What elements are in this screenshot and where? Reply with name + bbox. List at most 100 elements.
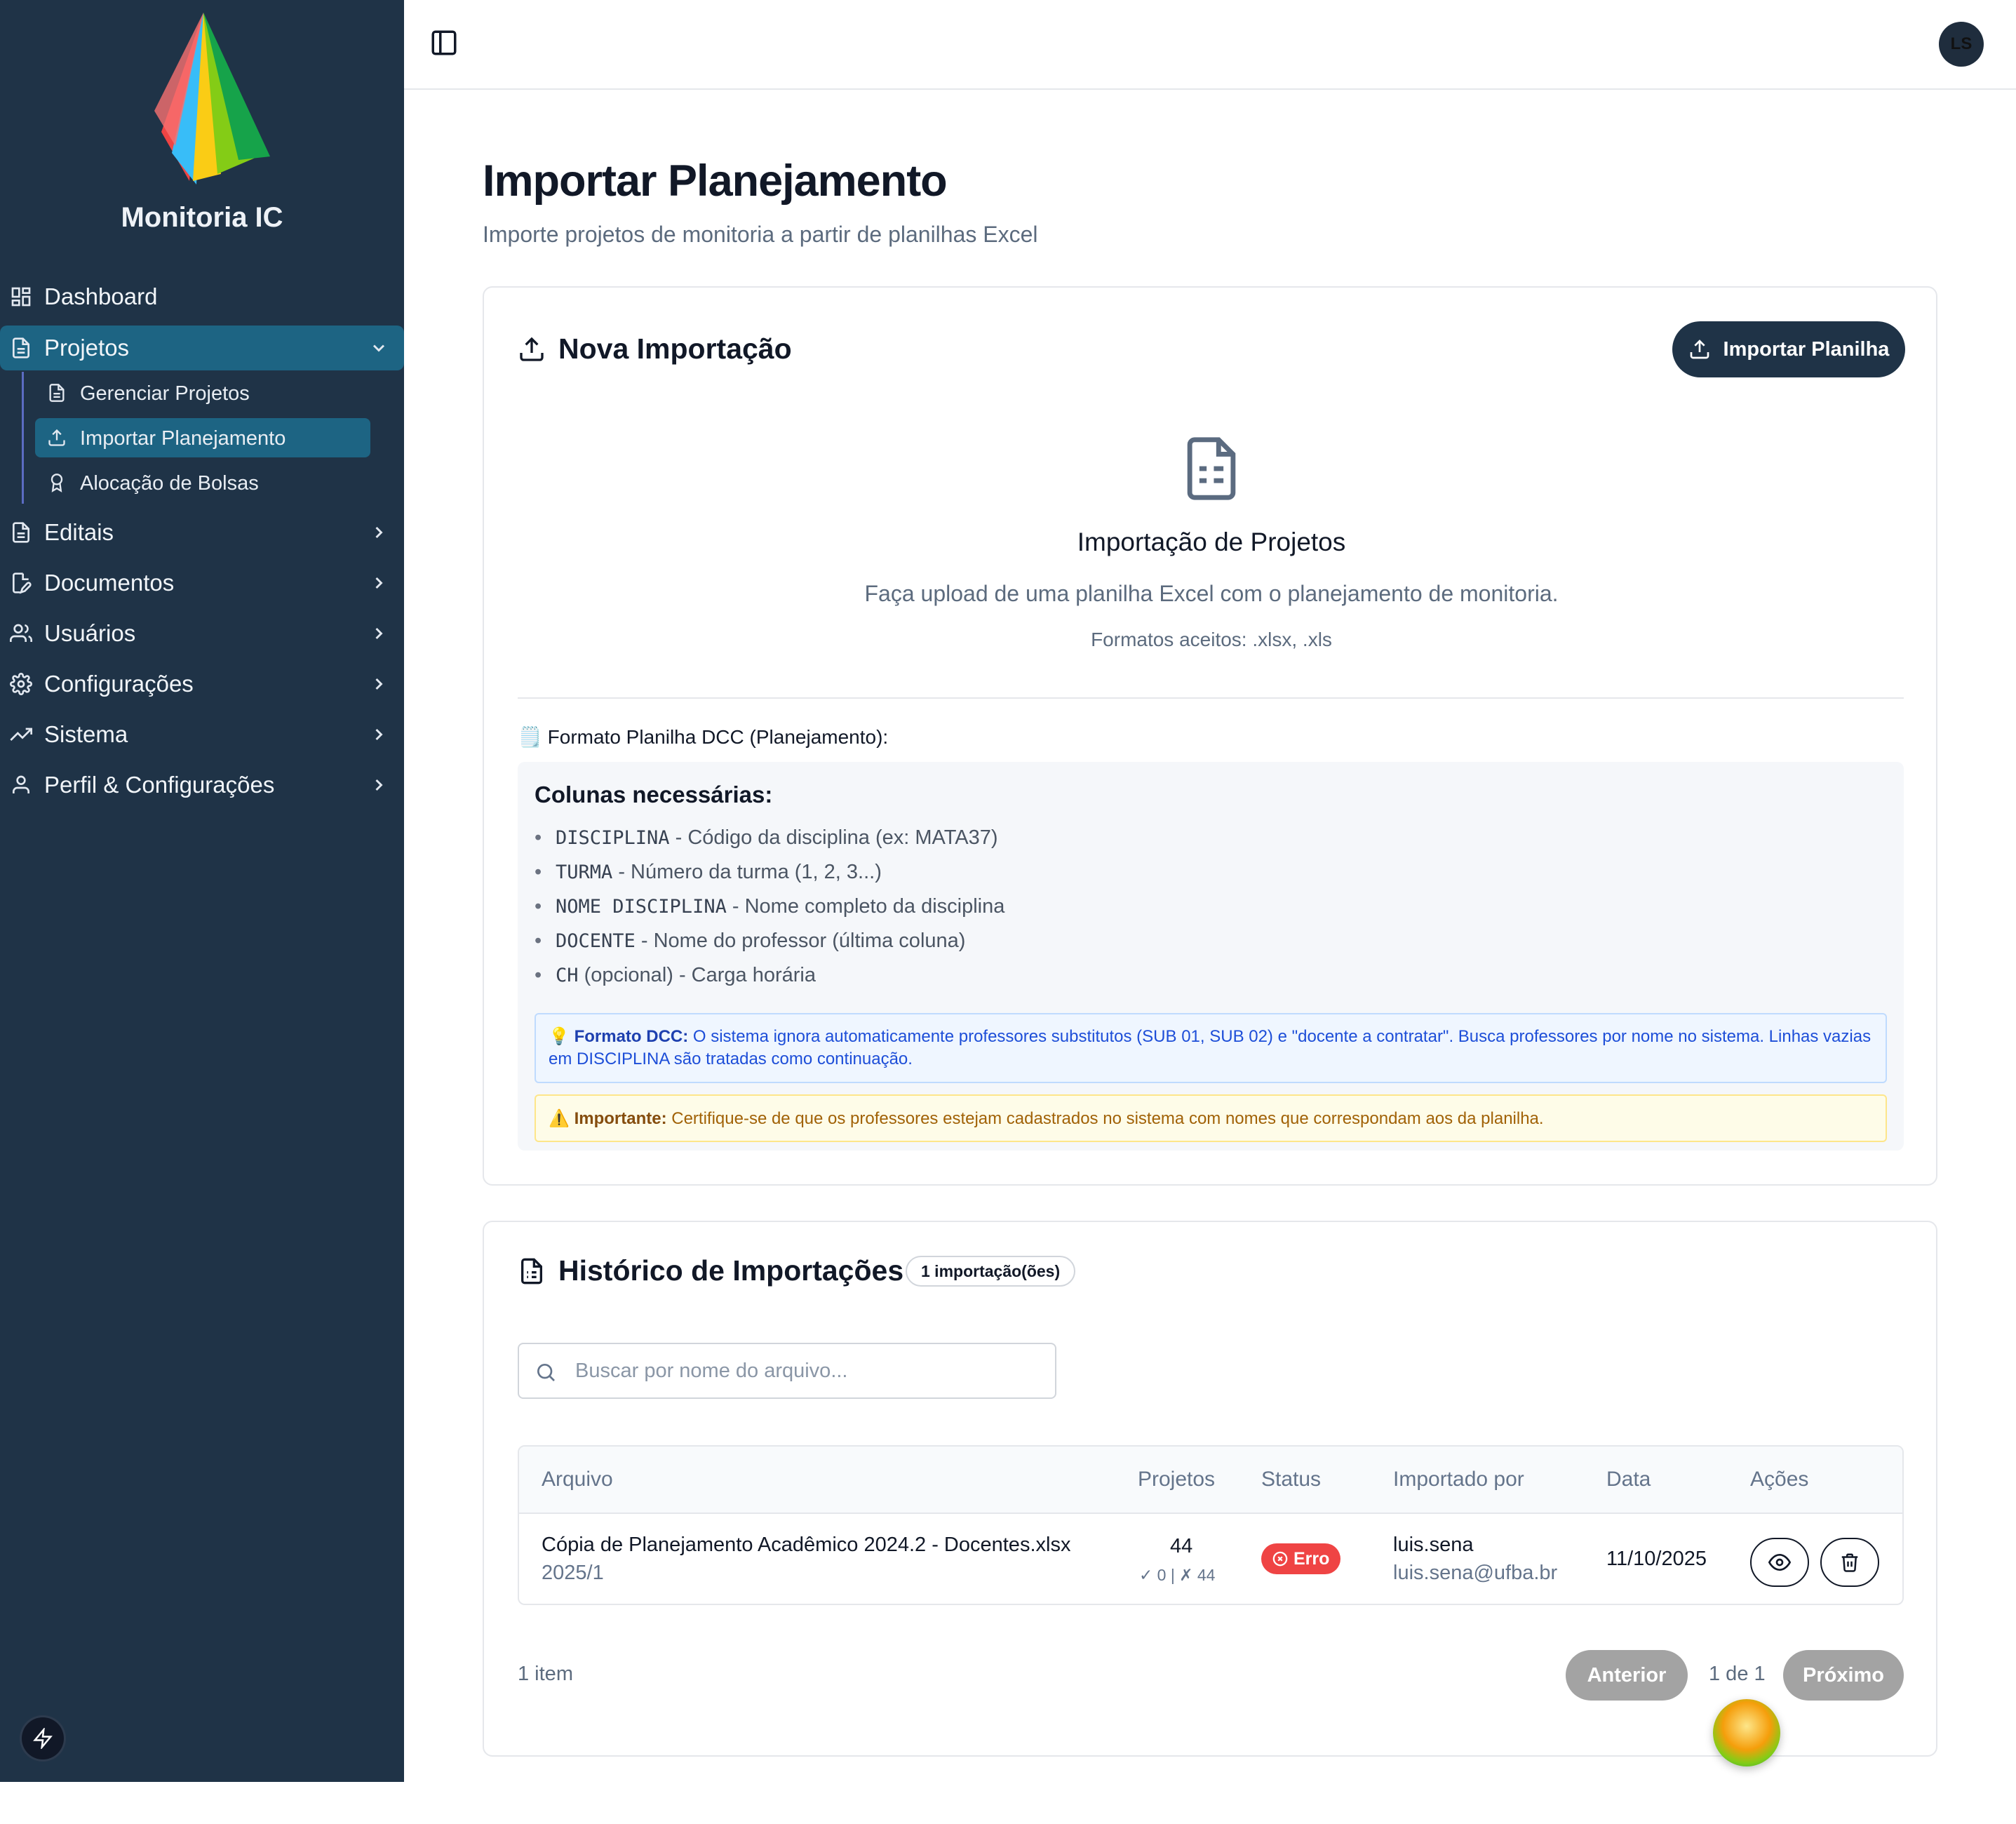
sub-label: Alocação de Bolsas bbox=[80, 472, 259, 495]
nav-perfil[interactable]: Perfil & Configurações bbox=[0, 763, 404, 807]
chevron-right-icon bbox=[375, 678, 383, 690]
lightbulb-icon: 💡 bbox=[549, 1027, 574, 1046]
upload-icon bbox=[520, 337, 544, 361]
user-icon bbox=[13, 775, 29, 793]
note-label: Importante: bbox=[574, 1109, 667, 1128]
column-code: TURMA bbox=[556, 861, 613, 883]
column-desc: - Nome completo da disciplina bbox=[726, 895, 1005, 918]
nav-documentos[interactable]: Documentos bbox=[0, 561, 404, 605]
sub-label: Importar Planejamento bbox=[80, 427, 286, 450]
projects-detail: ✓ 0 | ✗ 44 bbox=[1139, 1566, 1216, 1584]
award-icon bbox=[51, 474, 63, 492]
list-item: • TURMA - Número da turma (1, 2, 3...) bbox=[535, 861, 882, 883]
imports-table: Arquivo Projetos Status Importado por Da… bbox=[518, 1445, 1904, 1605]
col-status: Status bbox=[1261, 1468, 1322, 1491]
nav-label: Documentos bbox=[44, 570, 175, 596]
nav-dashboard[interactable]: Dashboard bbox=[0, 274, 404, 319]
nav-sistema[interactable]: Sistema bbox=[0, 712, 404, 757]
page-title: Importar Planejamento bbox=[483, 156, 948, 206]
column-desc: - Nome do professor (última coluna) bbox=[635, 930, 966, 952]
warning-icon: ⚠️ bbox=[549, 1109, 574, 1128]
import-count-badge: 1 importação(ões) bbox=[906, 1256, 1076, 1287]
status-text: Erro bbox=[1293, 1548, 1330, 1569]
trend-icon bbox=[10, 727, 32, 741]
column-code: NOME DISCIPLINA bbox=[556, 896, 727, 918]
col-acoes: Ações bbox=[1750, 1468, 1809, 1491]
column-desc: - Número da turma (1, 2, 3...) bbox=[612, 861, 882, 883]
eye-icon bbox=[1768, 1553, 1791, 1571]
search-icon bbox=[537, 1364, 555, 1381]
list-item: • DISCIPLINA - Código da disciplina (ex: … bbox=[535, 826, 998, 849]
spreadsheet-file-icon bbox=[1187, 437, 1236, 500]
topbar: LS bbox=[404, 0, 2016, 90]
chevron-right-icon bbox=[375, 526, 383, 539]
bolt-icon bbox=[33, 1728, 53, 1749]
note-text: Certifique-se de que os professores este… bbox=[666, 1109, 1544, 1128]
previous-button[interactable]: Anterior bbox=[1566, 1650, 1688, 1701]
important-note: ⚠️ Importante: Certifique-se de que os p… bbox=[535, 1094, 1887, 1142]
file-period: 2025/1 bbox=[542, 1562, 604, 1584]
note-label: Formato DCC: bbox=[574, 1027, 689, 1046]
nav-label: Projetos bbox=[44, 335, 130, 361]
col-projetos: Projetos bbox=[1138, 1468, 1216, 1491]
status-badge: Erro bbox=[1261, 1543, 1341, 1574]
nav-projetos[interactable]: Projetos bbox=[0, 326, 404, 370]
file-name: Cópia de Planejamento Acadêmico 2024.2 -… bbox=[542, 1534, 1071, 1556]
column-desc: (opcional) - Carga horária bbox=[578, 964, 816, 986]
search-field[interactable] bbox=[518, 1343, 1056, 1399]
spreadsheet-emoji-icon: 🗒️ bbox=[518, 726, 548, 748]
accepted-formats: Formatos aceitos: .xlsx, .xls bbox=[1091, 629, 1332, 650]
x-circle-icon bbox=[1272, 1551, 1288, 1567]
sub-gerenciar-projetos[interactable]: Gerenciar Projetos bbox=[35, 373, 370, 413]
file-icon bbox=[49, 384, 65, 402]
file-icon bbox=[13, 522, 29, 543]
import-card: Nova Importação Importar Planilha Import… bbox=[483, 286, 1937, 1186]
delete-button[interactable] bbox=[1820, 1538, 1879, 1587]
import-date: 11/10/2025 bbox=[1606, 1548, 1707, 1570]
chevron-right-icon bbox=[375, 577, 383, 589]
monitoria-logo bbox=[154, 13, 270, 185]
nav-label: Perfil & Configurações bbox=[44, 772, 275, 798]
dcc-format-note: 💡 Formato DCC: O sistema ignora automati… bbox=[535, 1013, 1887, 1083]
sidebar-toggle-icon[interactable] bbox=[429, 28, 459, 58]
column-code: DOCENTE bbox=[556, 930, 636, 952]
beach-widget-icon[interactable] bbox=[1713, 1699, 1780, 1766]
history-card: Histórico de Importações 1 importação(õe… bbox=[483, 1221, 1937, 1757]
format-heading-text: Formato Planilha DCC (Planejamento): bbox=[547, 726, 889, 748]
nav-label: Dashboard bbox=[44, 283, 158, 309]
nav-usuarios[interactable]: Usuários bbox=[0, 611, 404, 656]
trash-icon bbox=[1841, 1553, 1858, 1572]
nav-label: Configurações bbox=[44, 671, 194, 697]
avatar[interactable]: LS bbox=[1939, 22, 1984, 67]
nav-editais[interactable]: Editais bbox=[0, 510, 404, 555]
chevron-right-icon bbox=[375, 728, 383, 741]
next-button[interactable]: Próximo bbox=[1783, 1650, 1904, 1701]
import-sheet-button[interactable]: Importar Planilha bbox=[1672, 321, 1905, 377]
bolt-button[interactable] bbox=[22, 1717, 64, 1759]
file-icon bbox=[13, 337, 29, 358]
column-code: CH bbox=[556, 965, 579, 986]
table-header: Arquivo Projetos Status Importado por Da… bbox=[519, 1447, 1902, 1514]
column-desc: - Código da disciplina (ex: MATA37) bbox=[669, 826, 998, 849]
view-button[interactable] bbox=[1750, 1538, 1809, 1587]
sub-alocacao-bolsas[interactable]: Alocação de Bolsas bbox=[35, 463, 370, 502]
nav-configuracoes[interactable]: Configurações bbox=[0, 662, 404, 706]
chevron-right-icon bbox=[375, 627, 383, 640]
projects-count: 44 bbox=[1170, 1535, 1193, 1557]
nav-label: Sistema bbox=[44, 721, 128, 747]
sub-importar-planejamento[interactable]: Importar Planejamento bbox=[35, 418, 370, 457]
search-input[interactable] bbox=[575, 1354, 1038, 1388]
sidebar: Monitoria IC Dashboard Projetos Gerencia… bbox=[0, 0, 404, 1782]
gear-icon bbox=[10, 673, 32, 695]
file-edit-icon bbox=[13, 572, 32, 594]
list-item: • CH (opcional) - Carga horária bbox=[535, 964, 816, 986]
upload-icon bbox=[48, 429, 65, 446]
note-text: O sistema ignora automaticamente profess… bbox=[549, 1027, 1871, 1068]
divider bbox=[518, 697, 1904, 699]
upload-title: Importação de Projetos bbox=[1077, 528, 1346, 556]
users-icon bbox=[10, 624, 32, 642]
import-sheet-label: Importar Planilha bbox=[1723, 337, 1890, 361]
submenu-rail bbox=[22, 372, 24, 504]
importer-email: luis.sena@ufba.br bbox=[1393, 1562, 1558, 1584]
list-item: • DOCENTE - Nome do professor (última col… bbox=[535, 930, 966, 952]
